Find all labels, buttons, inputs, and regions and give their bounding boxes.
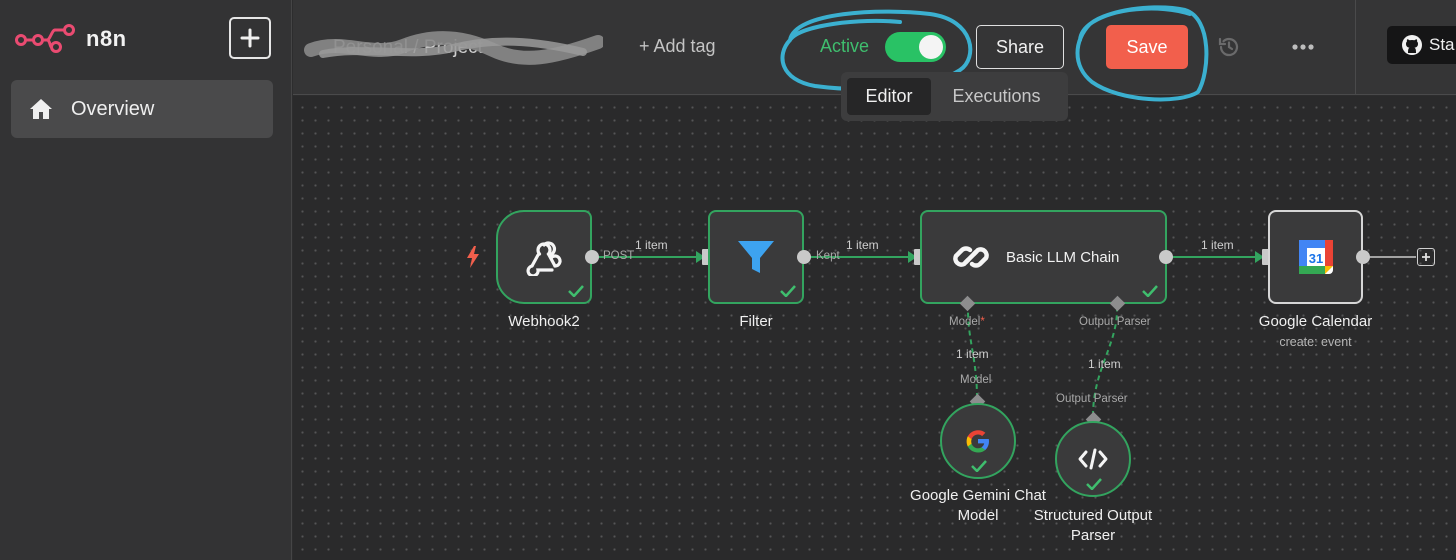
node-structured-output-parser[interactable] — [1055, 421, 1131, 497]
node-google-gemini[interactable] — [940, 403, 1016, 479]
add-node-button[interactable] — [1417, 248, 1435, 266]
save-button[interactable]: Save — [1106, 25, 1188, 69]
sidebar: n8n Overview — [0, 0, 292, 560]
node-gcal-subtitle: create: event — [1279, 335, 1352, 349]
edge-label: 1 item — [846, 238, 879, 252]
node-llm-title: Basic LLM Chain — [1006, 248, 1120, 266]
header-divider — [1355, 0, 1356, 95]
success-check-icon — [971, 460, 987, 472]
port-label-output-parser: Output Parser — [1056, 393, 1128, 405]
output-port[interactable] — [1356, 250, 1370, 264]
active-toggle[interactable] — [885, 32, 946, 62]
node-webhook-title: Webhook2 — [508, 313, 580, 330]
google-g-icon — [966, 430, 989, 453]
sidebar-item-label: Overview — [71, 97, 155, 120]
plus-icon — [240, 28, 260, 48]
share-button[interactable]: Share — [976, 25, 1064, 69]
home-icon — [30, 99, 52, 119]
node-webhook[interactable] — [496, 210, 592, 304]
edge-label: 1 item — [1088, 357, 1121, 371]
tab-editor[interactable]: Editor — [847, 78, 931, 115]
active-label: Active — [820, 36, 870, 56]
edge-label: 1 item — [635, 238, 668, 252]
edge-label: 1 item — [1201, 238, 1234, 252]
add-tag-link[interactable]: + Add tag — [639, 36, 716, 57]
node-parser-title: Structured Output Parser — [1033, 507, 1153, 544]
edge-label: 1 item — [956, 347, 989, 361]
funnel-icon — [738, 241, 774, 273]
tab-executions[interactable]: Executions — [931, 78, 1062, 115]
required-asterisk: * — [980, 316, 985, 328]
link-icon — [953, 246, 989, 268]
node-filter-title: Filter — [739, 313, 773, 330]
output-label-post: POST — [603, 250, 635, 262]
plus-icon — [1422, 253, 1430, 261]
success-check-icon — [1142, 285, 1158, 297]
node-basic-llm-chain[interactable]: Basic LLM Chain — [920, 210, 1167, 304]
n8n-logo-icon — [15, 24, 75, 53]
n8n-logo[interactable]: n8n — [14, 22, 127, 56]
success-check-icon — [1086, 478, 1102, 490]
sidebar-item-overview[interactable]: Overview — [11, 80, 273, 138]
port-label-model: Model — [960, 374, 992, 386]
app-name: n8n — [86, 26, 127, 51]
calendar-day: 31 — [1308, 251, 1322, 266]
star-label: Sta — [1429, 35, 1455, 54]
github-star-button[interactable]: Sta — [1387, 26, 1456, 64]
trigger-bolt-icon — [467, 246, 479, 268]
github-icon — [1402, 35, 1422, 55]
success-check-icon — [780, 285, 796, 297]
success-check-icon — [568, 285, 584, 297]
webhook-icon — [526, 241, 562, 276]
port-label-output-parser: Output Parser — [1079, 316, 1151, 328]
redaction-scribble — [304, 31, 603, 65]
output-label-kept: Kept — [816, 250, 840, 262]
code-icon — [1078, 448, 1108, 470]
node-google-calendar[interactable]: 31 — [1268, 210, 1363, 304]
node-gcal-title: Google Calendar — [1258, 313, 1373, 330]
view-tabs: Editor Executions — [841, 72, 1068, 121]
node-filter[interactable] — [708, 210, 804, 304]
output-port[interactable] — [797, 250, 811, 264]
more-options-icon[interactable] — [1292, 44, 1314, 50]
port-label-model: Model* — [949, 316, 985, 328]
toggle-knob — [919, 35, 943, 59]
google-calendar-icon: 31 — [1298, 240, 1333, 274]
history-icon[interactable] — [1217, 35, 1241, 59]
output-port[interactable] — [585, 250, 599, 264]
output-port[interactable] — [1159, 250, 1173, 264]
add-workflow-button[interactable] — [229, 17, 271, 59]
